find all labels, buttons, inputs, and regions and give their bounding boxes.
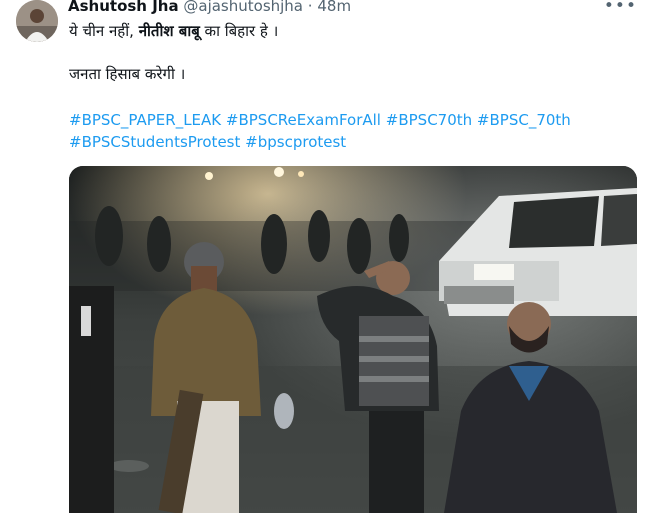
- tweet-header: Ashutosh Jha @ajashutoshjha · 48m: [68, 0, 351, 15]
- more-icon[interactable]: •••: [604, 0, 637, 16]
- tweet-timestamp[interactable]: 48m: [317, 0, 351, 15]
- author-avatar[interactable]: [16, 0, 58, 42]
- tweet-photo[interactable]: [69, 166, 637, 513]
- tweet-text-line-2: जनता हिसाब करेगी ।: [69, 65, 186, 83]
- author-handle[interactable]: @ajashutoshjha: [183, 0, 303, 15]
- hashtag-list: #BPSC_PAPER_LEAK #BPSCReExamForAll #BPSC…: [69, 109, 629, 153]
- hashtag-link[interactable]: #bpscprotest: [245, 133, 346, 151]
- tweet-text-line-1: ये चीन नहीं, नीतीश बाबू का बिहार हे ।: [69, 21, 278, 41]
- separator-dot: ·: [307, 0, 313, 15]
- author-name[interactable]: Ashutosh Jha: [68, 0, 179, 15]
- text-suffix: का बिहार हे ।: [199, 22, 279, 40]
- hashtag-link[interactable]: #BPSC_70th: [477, 111, 571, 129]
- hashtag-link[interactable]: #BPSC_PAPER_LEAK: [69, 111, 221, 129]
- hashtag-link[interactable]: #BPSCReExamForAll: [226, 111, 381, 129]
- text-prefix: ये चीन नहीं,: [69, 22, 139, 40]
- avatar-image: [16, 0, 58, 42]
- hashtag-link[interactable]: #BPSC70th: [386, 111, 472, 129]
- text-bold: नीतीश बाबू: [138, 22, 200, 40]
- hashtag-link[interactable]: #BPSCStudentsProtest: [69, 133, 240, 151]
- protest-photo: [69, 166, 637, 513]
